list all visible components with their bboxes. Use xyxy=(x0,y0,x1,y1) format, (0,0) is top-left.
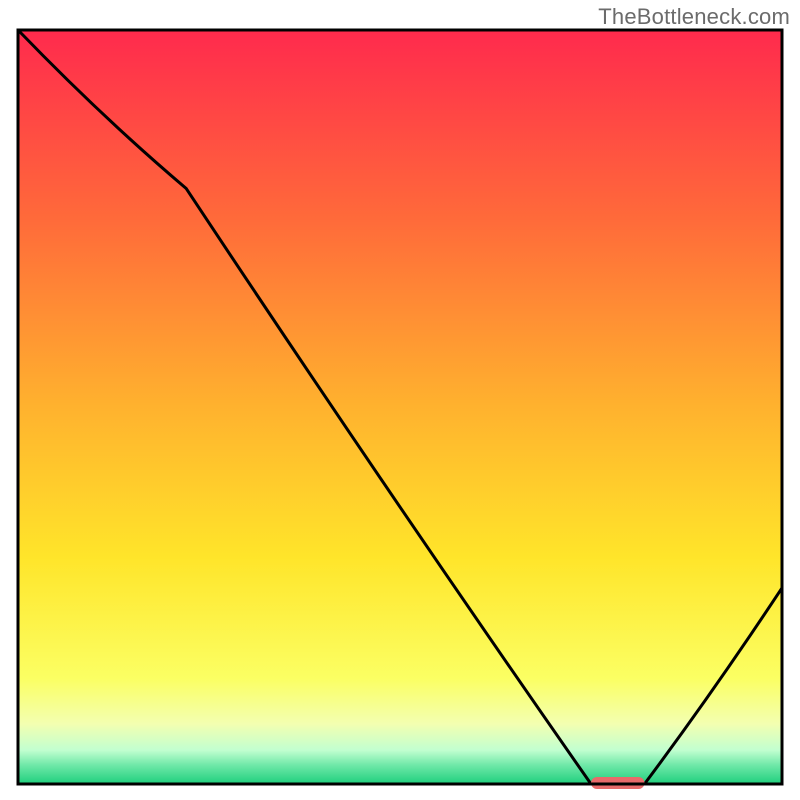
chart-svg xyxy=(0,0,800,800)
watermark-text: TheBottleneck.com xyxy=(598,4,790,30)
chart-container: TheBottleneck.com xyxy=(0,0,800,800)
